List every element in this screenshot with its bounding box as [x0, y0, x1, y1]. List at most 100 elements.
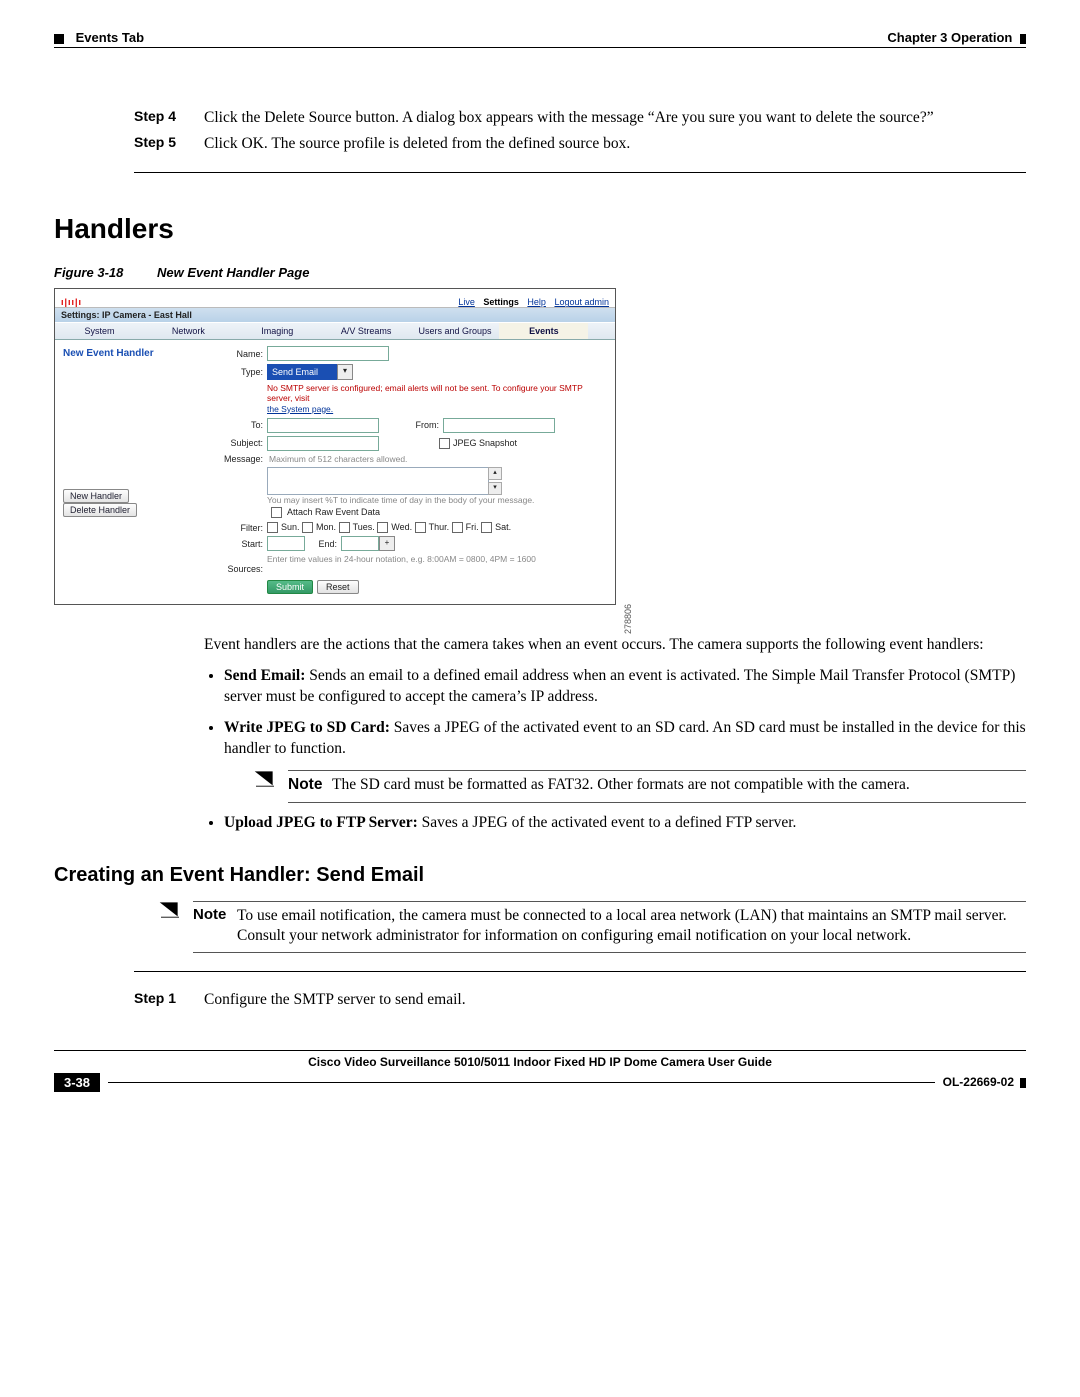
tab-av-streams[interactable]: A/V Streams: [322, 323, 411, 339]
new-handler-button[interactable]: New Handler: [63, 489, 129, 503]
day-thu-checkbox[interactable]: [415, 522, 426, 533]
tab-users-groups[interactable]: Users and Groups: [411, 323, 500, 339]
tab-system[interactable]: System: [55, 323, 144, 339]
label-from: From:: [379, 420, 443, 430]
scroll-up-icon[interactable]: ▴: [488, 467, 502, 480]
type-select[interactable]: Send Email: [267, 364, 337, 380]
ss-settings-line: Settings: IP Camera - East Hall: [55, 308, 615, 322]
link-help[interactable]: Help: [527, 297, 546, 307]
step-label: Step 4: [134, 108, 204, 128]
day-mon-checkbox[interactable]: [302, 522, 313, 533]
ss-sidebar: New Event Handler New Handler Delete Han…: [55, 340, 211, 604]
marker-icon: [1020, 1078, 1026, 1088]
label-jpeg-snapshot: JPEG Snapshot: [453, 438, 517, 448]
step-row: Step 1 Configure the SMTP server to send…: [134, 990, 1026, 1010]
step-list-top: Step 4 Click the Delete Source button. A…: [134, 108, 1026, 154]
message-help: Maximum of 512 characters allowed.: [269, 454, 407, 464]
note-text: To use email notification, the camera mu…: [237, 906, 1026, 946]
start-time-input[interactable]: [267, 536, 305, 551]
name-input[interactable]: [267, 346, 389, 361]
header-section-name: Events Tab: [76, 30, 144, 45]
message-hint: You may insert %T to indicate time of da…: [267, 495, 609, 505]
figure-id: 278806: [623, 604, 633, 634]
header-left: Events Tab: [54, 30, 144, 45]
ss-header: ı|ıı|ı Live Settings Help Logout admin: [55, 289, 615, 308]
to-input[interactable]: [267, 418, 379, 433]
cisco-logo: ı|ıı|ı: [61, 297, 82, 307]
bullet-list: Send Email: Sends an email to a defined …: [204, 666, 1026, 834]
message-textarea[interactable]: ▴ ▾: [267, 467, 489, 495]
subsection-title: Creating an Event Handler: Send Email: [54, 864, 1026, 887]
page-header: Events Tab Chapter 3 Operation: [54, 30, 1026, 48]
label-start: Start:: [217, 539, 267, 549]
label-sources: Sources:: [217, 564, 267, 574]
link-live[interactable]: Live: [458, 297, 475, 307]
step-text: Click the Delete Source button. A dialog…: [204, 108, 1026, 128]
marker-icon: [54, 34, 64, 44]
tab-events[interactable]: Events: [499, 323, 588, 339]
chevron-down-icon[interactable]: ▾: [337, 364, 353, 380]
step-list-bottom: Step 1 Configure the SMTP server to send…: [134, 990, 1026, 1010]
label-sun: Sun.: [281, 522, 300, 532]
label-tue: Tues.: [353, 522, 375, 532]
scroll-down-icon[interactable]: ▾: [488, 482, 502, 495]
day-tue-checkbox[interactable]: [339, 522, 350, 533]
delete-handler-button[interactable]: Delete Handler: [63, 503, 137, 517]
label-attach-raw: Attach Raw Event Data: [287, 507, 380, 517]
end-time-input[interactable]: [341, 536, 379, 551]
type-value: Send Email: [272, 367, 318, 377]
submit-button[interactable]: Submit: [267, 580, 313, 594]
tab-network[interactable]: Network: [144, 323, 233, 339]
ss-page-title: New Event Handler: [63, 348, 203, 359]
step-row: Step 5 Click OK. The source profile is d…: [134, 134, 1026, 154]
bullet-text: Saves a JPEG of the activated event to a…: [418, 814, 797, 831]
subject-input[interactable]: [267, 436, 379, 451]
reset-button[interactable]: Reset: [317, 580, 359, 594]
day-sat-checkbox[interactable]: [481, 522, 492, 533]
link-settings[interactable]: Settings: [483, 297, 519, 307]
from-input[interactable]: [443, 418, 555, 433]
ss-toplinks: Live Settings Help Logout admin: [452, 297, 609, 307]
figure-title: New Event Handler Page: [157, 265, 309, 280]
link-system-page[interactable]: the System page.: [267, 404, 333, 414]
section-title: Handlers: [54, 213, 1026, 245]
tab-imaging[interactable]: Imaging: [233, 323, 322, 339]
attach-raw-checkbox[interactable]: [271, 507, 282, 518]
day-fri-checkbox[interactable]: [452, 522, 463, 533]
smtp-warning: No SMTP server is configured; email aler…: [267, 383, 609, 414]
step-label: Step 5: [134, 134, 204, 154]
day-wed-checkbox[interactable]: [377, 522, 388, 533]
bullet-lead: Send Email:: [224, 667, 305, 684]
jpeg-snapshot-checkbox[interactable]: [439, 438, 450, 449]
figure-label: Figure 3-18: [54, 265, 123, 280]
bullet-send-email: Send Email: Sends an email to a defined …: [224, 666, 1026, 708]
step-label: Step 1: [134, 990, 204, 1010]
step-row: Step 4 Click the Delete Source button. A…: [134, 108, 1026, 128]
body-text: Event handlers are the actions that the …: [204, 635, 1026, 833]
label-thu: Thur.: [429, 522, 450, 532]
step-text: Configure the SMTP server to send email.: [204, 990, 1026, 1010]
label-type: Type:: [217, 367, 267, 377]
screenshot-new-event-handler: ı|ıı|ı Live Settings Help Logout admin S…: [54, 288, 616, 605]
bullet-lead: Upload JPEG to FTP Server:: [224, 814, 418, 831]
page-footer: Cisco Video Surveillance 5010/5011 Indoo…: [54, 1050, 1026, 1092]
ss-form: Name: Type: Send Email ▾ No SMTP server …: [211, 340, 615, 604]
intro-paragraph: Event handlers are the actions that the …: [204, 635, 1026, 656]
header-right: Chapter 3 Operation: [887, 30, 1026, 45]
note-icon: [159, 901, 183, 953]
step-text: Click OK. The source profile is deleted …: [204, 134, 1026, 154]
time-hint: Enter time values in 24-hour notation, e…: [267, 554, 609, 564]
label-fri: Fri.: [466, 522, 479, 532]
note-block: Note To use email notification, the came…: [159, 901, 1026, 953]
day-sun-checkbox[interactable]: [267, 522, 278, 533]
divider: [134, 971, 1026, 972]
label-to: To:: [217, 420, 267, 430]
bullet-write-jpeg-sd: Write JPEG to SD Card: Saves a JPEG of t…: [224, 718, 1026, 803]
label-wed: Wed.: [391, 522, 412, 532]
ss-tabs: System Network Imaging A/V Streams Users…: [55, 322, 615, 340]
label-name: Name:: [217, 349, 267, 359]
link-logout[interactable]: Logout admin: [554, 297, 609, 307]
add-time-icon[interactable]: +: [379, 536, 395, 551]
doc-id: OL-22669-02: [943, 1075, 1026, 1089]
divider: [134, 172, 1026, 173]
